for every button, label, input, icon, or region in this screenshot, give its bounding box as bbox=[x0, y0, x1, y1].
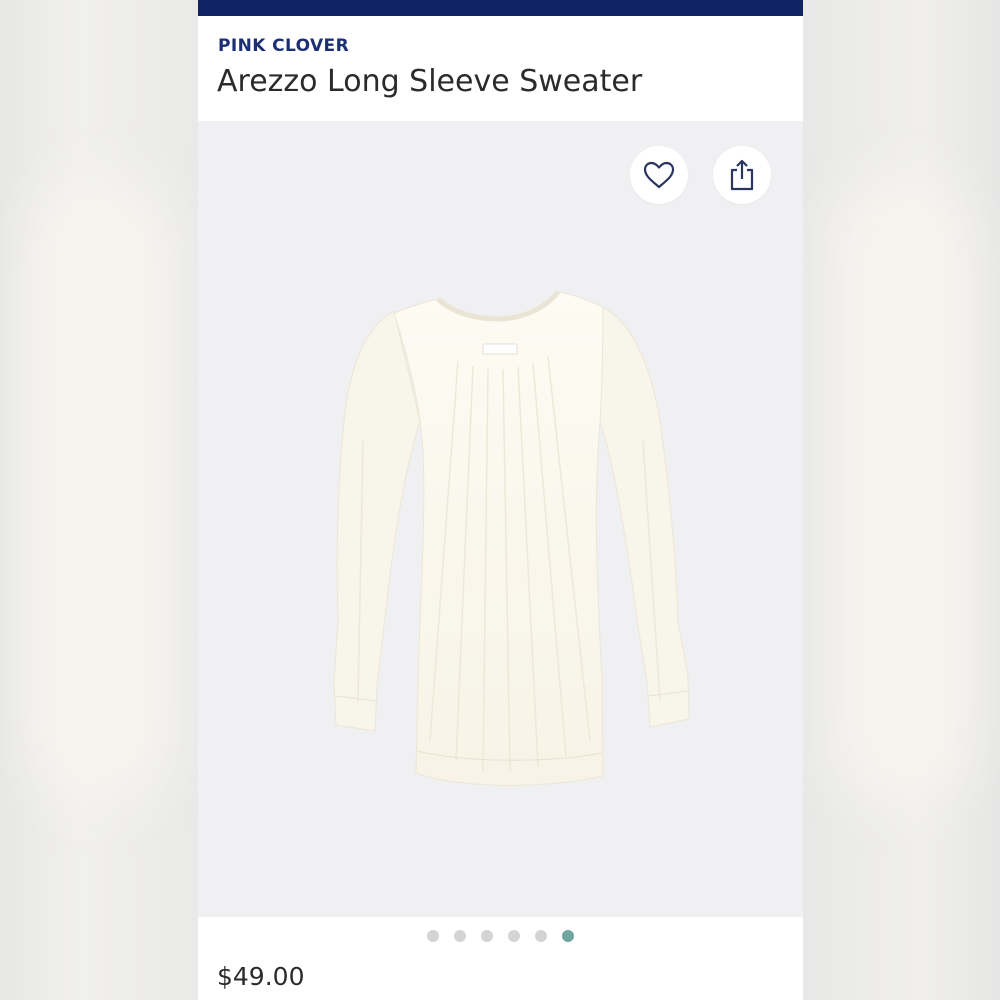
product-header: PINK CLOVER Arezzo Long Sleeve Sweater bbox=[198, 16, 803, 120]
gallery-pagination bbox=[198, 930, 803, 942]
product-image-gallery[interactable] bbox=[198, 121, 803, 917]
favorite-button[interactable] bbox=[630, 146, 688, 204]
brand-name[interactable]: PINK CLOVER bbox=[218, 36, 349, 56]
top-navigation-bar bbox=[198, 0, 803, 16]
gallery-dot-6-active[interactable] bbox=[562, 930, 574, 942]
screenshot-frame: PINK CLOVER Arezzo Long Sleeve Sweater $… bbox=[0, 0, 1000, 1000]
share-icon bbox=[730, 159, 754, 191]
gallery-dot-4[interactable] bbox=[508, 930, 520, 942]
share-button[interactable] bbox=[713, 146, 771, 204]
gallery-dot-2[interactable] bbox=[454, 930, 466, 942]
gallery-dot-5[interactable] bbox=[535, 930, 547, 942]
gallery-dot-3[interactable] bbox=[481, 930, 493, 942]
heart-icon bbox=[643, 161, 675, 189]
gallery-dot-1[interactable] bbox=[427, 930, 439, 942]
product-image-sweater bbox=[333, 290, 690, 786]
product-price: $49.00 bbox=[217, 962, 305, 991]
product-title: Arezzo Long Sleeve Sweater bbox=[217, 64, 643, 99]
product-page: PINK CLOVER Arezzo Long Sleeve Sweater $… bbox=[198, 0, 803, 1000]
blurred-background-left bbox=[0, 0, 198, 1000]
blurred-background-right bbox=[802, 0, 1000, 1000]
